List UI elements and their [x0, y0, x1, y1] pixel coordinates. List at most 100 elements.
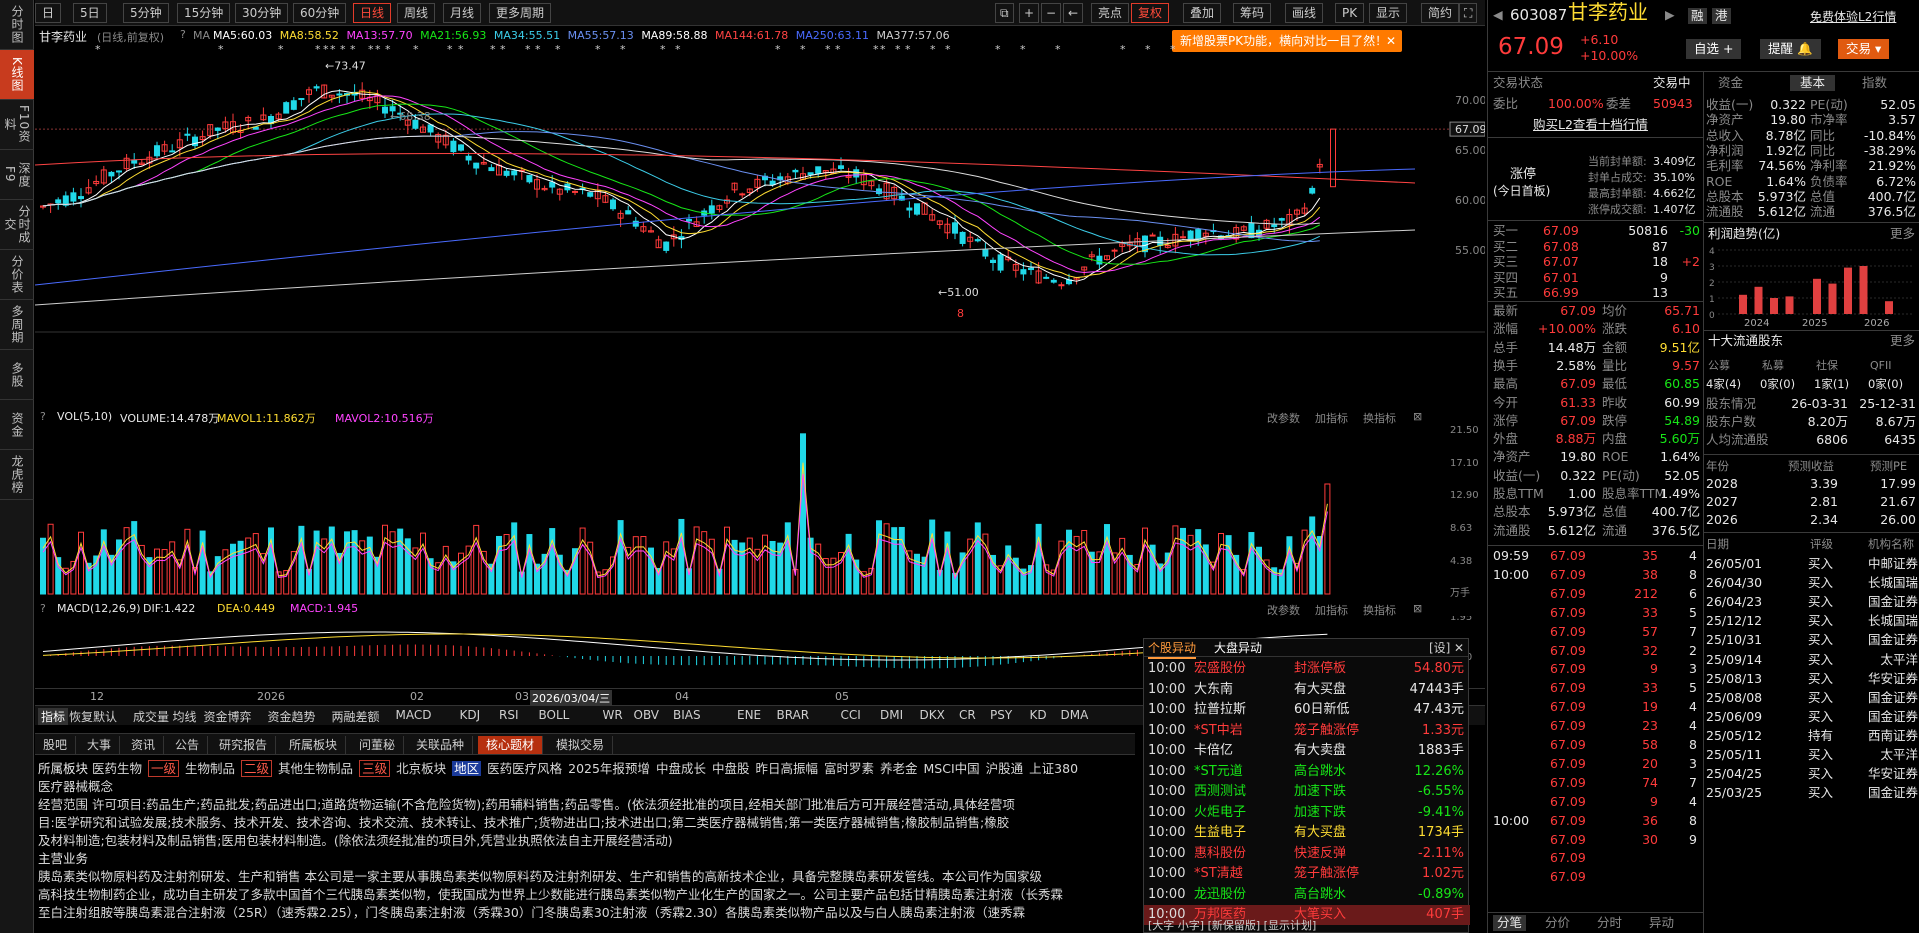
- indicator-tab[interactable]: 成交量: [133, 708, 169, 725]
- ma-help-icon[interactable]: ?: [180, 28, 186, 41]
- free-l2-link[interactable]: 免费体验L2行情: [1810, 9, 1896, 25]
- alert-stock[interactable]: 龙迅股份: [1194, 885, 1246, 905]
- alert-row[interactable]: 10:00 宏盛股份 封涨停板 54.80元: [1144, 659, 1470, 679]
- indicator-tab[interactable]: 均线: [173, 708, 197, 725]
- sector-tag[interactable]: 中盘成长: [656, 761, 706, 776]
- buy-l2-link[interactable]: 购买L2查看十档行情: [1533, 117, 1648, 133]
- vol-help-icon[interactable]: ?: [40, 410, 46, 423]
- sector-tag[interactable]: 上证380: [1029, 761, 1078, 776]
- bottom-tab[interactable]: 分价: [1545, 915, 1570, 931]
- fund-tab[interactable]: 资金: [1718, 75, 1743, 91]
- sector-tag[interactable]: 医药生物: [92, 761, 142, 776]
- sector-tag[interactable]: 其他生物制品: [278, 761, 353, 776]
- info-tab[interactable]: 大事: [79, 736, 121, 754]
- indicator-tab[interactable]: BIAS: [673, 708, 701, 722]
- indicator-tab[interactable]: DMI: [880, 708, 903, 722]
- indicator-tab[interactable]: CR: [959, 708, 976, 722]
- period-daily[interactable]: 日线: [353, 3, 392, 23]
- alert-stock[interactable]: *ST元道: [1194, 762, 1243, 782]
- sector-tag[interactable]: 养老金: [880, 761, 918, 776]
- indicator-tab[interactable]: ENE: [737, 708, 761, 722]
- chips-button[interactable]: 筹码: [1233, 3, 1272, 23]
- back-arrow-icon[interactable]: ◀: [1493, 7, 1503, 23]
- period-30min[interactable]: 30分钟: [235, 3, 289, 23]
- alert-settings[interactable]: [设]: [1429, 639, 1450, 657]
- sector-tag[interactable]: 沪股通: [986, 761, 1024, 776]
- alert-row[interactable]: 10:00 生益电子 有大买盘 1734手: [1144, 823, 1470, 843]
- sector-tag[interactable]: 二级: [241, 760, 273, 777]
- indicator-tab[interactable]: OBV: [634, 708, 660, 722]
- tab-market-alerts[interactable]: 大盘异动: [1214, 639, 1262, 657]
- alert-button[interactable]: 提醒 🔔: [1760, 39, 1821, 59]
- info-tab[interactable]: 股吧: [35, 736, 77, 754]
- sector-tag[interactable]: 富时罗素: [824, 761, 874, 776]
- period-15min[interactable]: 15分钟: [177, 3, 231, 23]
- indicator-tab[interactable]: CCI: [841, 708, 861, 722]
- indicator-tab[interactable]: RSI: [499, 708, 519, 722]
- indicator-tab[interactable]: DMA: [1061, 708, 1089, 722]
- alert-row[interactable]: 10:00 惠科股份 快速反弹 -2.11%: [1144, 844, 1470, 864]
- alert-row[interactable]: 10:00 *ST元道 高台跳水 12.26%: [1144, 762, 1470, 782]
- macd-help-icon[interactable]: ?: [40, 602, 46, 615]
- sector-tag[interactable]: 医药医疗风格: [487, 761, 562, 776]
- left-tab-9[interactable]: 龙虎榜: [0, 450, 34, 500]
- alert-stock[interactable]: 卡倍亿: [1194, 741, 1233, 761]
- display-button[interactable]: 显示: [1369, 3, 1408, 23]
- fullscreen-icon[interactable]: ⛶: [1459, 3, 1478, 23]
- left-tab-2[interactable]: F10资料: [0, 100, 34, 150]
- left-tab-1[interactable]: K线图: [0, 50, 34, 100]
- bottom-tab[interactable]: 分笔: [1493, 915, 1527, 931]
- indicator-tab[interactable]: 指标: [38, 708, 69, 725]
- alert-row[interactable]: 10:00 龙迅股份 高台跳水 -0.89%: [1144, 885, 1470, 905]
- indicator-tab[interactable]: BRAR: [777, 708, 810, 722]
- left-tab-0[interactable]: 分时图: [0, 0, 34, 50]
- alert-stock[interactable]: 生益电子: [1194, 823, 1246, 843]
- indicator-tab[interactable]: WR: [603, 708, 623, 722]
- draw-button[interactable]: 画线: [1285, 3, 1324, 23]
- add-watchlist-button[interactable]: 自选 +: [1686, 39, 1742, 59]
- bottom-tab[interactable]: 分时: [1597, 915, 1622, 931]
- sector-tag[interactable]: 昨日高振幅: [755, 761, 818, 776]
- period-weekly[interactable]: 周线: [397, 3, 436, 23]
- vol-close-icon[interactable]: ⊠: [1413, 410, 1422, 423]
- volume-chart[interactable]: 21.50 17.10 12.90 8.63 4.38 万手: [35, 424, 1485, 600]
- period-5day[interactable]: 5日: [73, 3, 107, 23]
- indicator-tab[interactable]: BOLL: [539, 708, 570, 722]
- indicator-tab[interactable]: 资金趋势: [268, 708, 316, 725]
- close-icon[interactable]: ✕: [1454, 639, 1464, 657]
- sector-tag[interactable]: 2025年报预增: [568, 761, 650, 776]
- info-tab[interactable]: 研究报告: [211, 736, 277, 754]
- plus-icon[interactable]: +: [1019, 3, 1040, 23]
- left-tab-5[interactable]: 分价表: [0, 250, 34, 300]
- sector-tag[interactable]: 生物制品: [185, 761, 235, 776]
- fund-tab[interactable]: 基本: [1790, 75, 1836, 91]
- overlay-button[interactable]: 叠加: [1183, 3, 1222, 23]
- alert-row[interactable]: 10:00 *ST清越 笼子触涨停 1.02元: [1144, 864, 1470, 884]
- copy-icon[interactable]: ⧉: [995, 3, 1014, 23]
- macd-close-icon[interactable]: ⊠: [1413, 602, 1422, 615]
- info-tab[interactable]: 资讯: [123, 736, 165, 754]
- period-more-dropdown[interactable]: 更多周期: [489, 3, 552, 23]
- alert-row[interactable]: 10:00 西测测试 加速下跌 -6.55%: [1144, 782, 1470, 802]
- simple-button[interactable]: 简约: [1421, 3, 1460, 23]
- alert-row[interactable]: 10:00 *ST中岩 笼子触涨停 1.33元: [1144, 721, 1470, 741]
- info-tab[interactable]: 关联品种: [408, 736, 474, 754]
- alert-stock[interactable]: 西测测试: [1194, 782, 1246, 802]
- indicator-tab[interactable]: 两融差额: [332, 708, 380, 725]
- adjust-button[interactable]: 复权: [1131, 3, 1170, 23]
- indicator-tab[interactable]: 恢复默认: [69, 708, 117, 725]
- sector-tag[interactable]: 地区: [452, 761, 482, 776]
- minus-icon[interactable]: −: [1041, 3, 1062, 23]
- indicator-tab[interactable]: DKX: [920, 708, 945, 722]
- sector-tag[interactable]: 北京板块: [396, 761, 446, 776]
- alert-stock[interactable]: *ST清越: [1194, 864, 1243, 884]
- kline-chart[interactable]: 70.00 65.00 60.00 55.00 67.09 ←73.47 ←68.38 ←51…: [35, 45, 1485, 405]
- alert-stock[interactable]: 大东南: [1194, 680, 1233, 700]
- left-tab-6[interactable]: 多周期: [0, 300, 34, 350]
- indicator-tab[interactable]: PSY: [990, 708, 1012, 722]
- indicator-tab[interactable]: KD: [1030, 708, 1047, 722]
- fund-tab[interactable]: 指数: [1862, 75, 1887, 91]
- pk-button[interactable]: PK: [1335, 3, 1365, 23]
- sector-tag[interactable]: 中盘股: [712, 761, 750, 776]
- left-tab-4[interactable]: 分时成交: [0, 200, 34, 250]
